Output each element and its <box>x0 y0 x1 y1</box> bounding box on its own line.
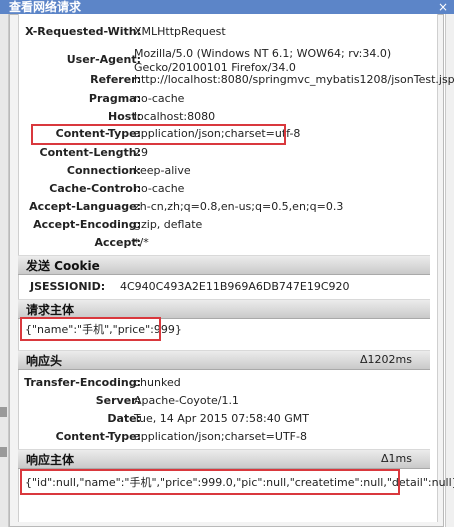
header-label: Transfer-Encoding: <box>24 376 141 389</box>
header-label: X-Requested-With: <box>25 25 141 38</box>
header-label: Connection: <box>66 164 141 177</box>
background-marker <box>0 447 7 457</box>
header-label: Content-Type: <box>55 430 141 443</box>
header-value: 29 <box>134 146 148 159</box>
background-app-strip <box>0 14 9 527</box>
background-marker <box>0 407 7 417</box>
header-value: application/json;charset=UTF-8 <box>134 430 307 443</box>
header-value: chunked <box>134 376 181 389</box>
section-header-response-headers[interactable]: 响应头 Δ1202ms <box>18 350 430 370</box>
header-value: localhost:8080 <box>134 110 216 123</box>
section-title: 响应主体 <box>26 453 75 467</box>
header-value: no-cache <box>134 92 185 105</box>
close-icon[interactable]: × <box>438 0 448 14</box>
header-value: gzip, deflate <box>134 218 203 231</box>
scrollbar[interactable] <box>445 14 454 527</box>
header-value: zh-cn,zh;q=0.8,en-us;q=0.5,en;q=0.3 <box>134 200 344 213</box>
section-title: 请求主体 <box>26 303 75 317</box>
section-header-response-body[interactable]: 响应主体 Δ1ms <box>18 449 430 469</box>
response-time: Δ1202ms <box>360 353 412 366</box>
section-title: 发送 Cookie <box>26 259 100 273</box>
highlight-box <box>20 317 161 341</box>
header-value: Tue, 14 Apr 2015 07:58:40 GMT <box>134 412 309 425</box>
highlight-box <box>31 124 286 145</box>
header-value: http://localhost:8080/springmvc_mybatis1… <box>134 73 454 86</box>
section-title: 响应头 <box>26 354 63 368</box>
cookie-value: 4C940C493A2E11B969A6DB747E19C920 <box>120 280 350 293</box>
header-value: */* <box>134 236 149 249</box>
header-value: XMLHttpRequest <box>134 25 226 38</box>
window-title: 查看网络请求 <box>9 0 82 14</box>
highlight-box <box>20 469 400 495</box>
header-value: no-cache <box>134 182 185 195</box>
header-label: Content-Length: <box>39 146 142 159</box>
header-label: User-Agent: <box>66 53 141 66</box>
response-time: Δ1ms <box>381 452 412 465</box>
header-value: Apache-Coyote/1.1 <box>134 394 239 407</box>
header-label: Accept-Encoding: <box>33 218 141 231</box>
cookie-label: JSESSIONID: <box>30 280 106 293</box>
section-header-cookie[interactable]: 发送 Cookie <box>18 255 430 275</box>
header-label: Cache-Control: <box>49 182 141 195</box>
header-value: Mozilla/5.0 (Windows NT 6.1; WOW64; rv:3… <box>134 47 392 60</box>
header-label: Accept-Language: <box>29 200 141 213</box>
header-value: keep-alive <box>134 164 191 177</box>
section-header-request-body[interactable]: 请求主体 <box>18 299 430 319</box>
window-titlebar: 查看网络请求 × <box>0 0 454 14</box>
